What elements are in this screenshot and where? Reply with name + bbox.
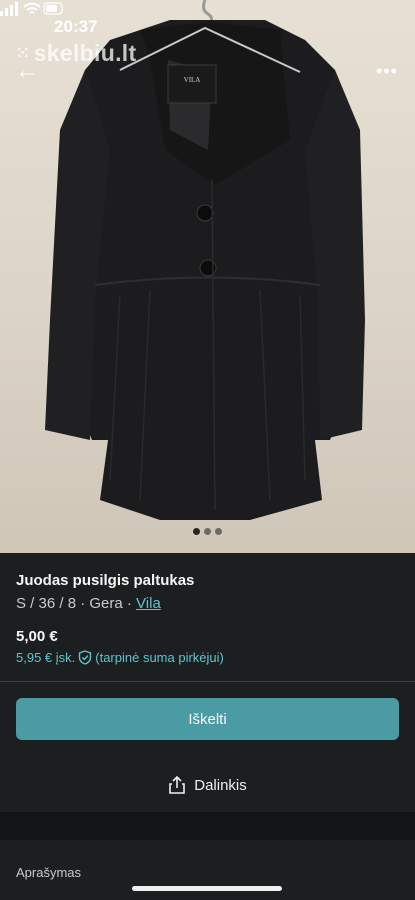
brand-link[interactable]: Vila: [136, 595, 161, 612]
item-attributes: S / 36 / 8 · Gera ·: [16, 595, 137, 612]
fee-amount: 5,95 € įsk.: [16, 650, 76, 665]
item-title: Juodas pusilgis paltukas: [16, 572, 195, 589]
status-time: 20:37: [54, 17, 98, 36]
coat-photo-illustration: VILA: [45, 0, 365, 520]
home-indicator[interactable]: [132, 886, 282, 891]
share-label: Dalinkis: [194, 776, 247, 794]
description-heading: Aprašymas: [16, 865, 82, 880]
bump-button[interactable]: Iškelti: [16, 698, 399, 740]
svg-text:VILA: VILA: [184, 76, 201, 84]
more-options-button[interactable]: •••: [375, 58, 399, 84]
item-price: 5,00 €: [16, 628, 58, 645]
buyer-fee[interactable]: 5,95 € įsk. (tarpinė suma pirkėjui): [16, 650, 224, 665]
gallery-dot[interactable]: [204, 528, 211, 535]
item-info: Juodas pusilgis paltukas S / 36 / 8 · Ge…: [16, 572, 399, 612]
gallery-pagination: [0, 528, 415, 535]
more-dots-icon: •••: [376, 61, 398, 81]
share-icon: [169, 775, 186, 794]
section-separator: [0, 812, 415, 840]
item-photo[interactable]: VILA 20:37 ⁙ skelbiu.lt ← •••: [0, 0, 415, 553]
status-icons: [0, 2, 63, 16]
gallery-dot[interactable]: [215, 528, 222, 535]
back-button[interactable]: ←: [12, 56, 42, 86]
arrow-left-icon: ←: [15, 57, 39, 84]
gallery-dot[interactable]: [193, 528, 200, 535]
share-button[interactable]: Dalinkis: [0, 768, 415, 802]
divider: [0, 681, 415, 682]
item-meta: S / 36 / 8 · Gera · Vila: [16, 595, 399, 612]
shield-check-icon: [79, 650, 92, 665]
fee-note: (tarpinė suma pirkėjui): [95, 650, 224, 665]
